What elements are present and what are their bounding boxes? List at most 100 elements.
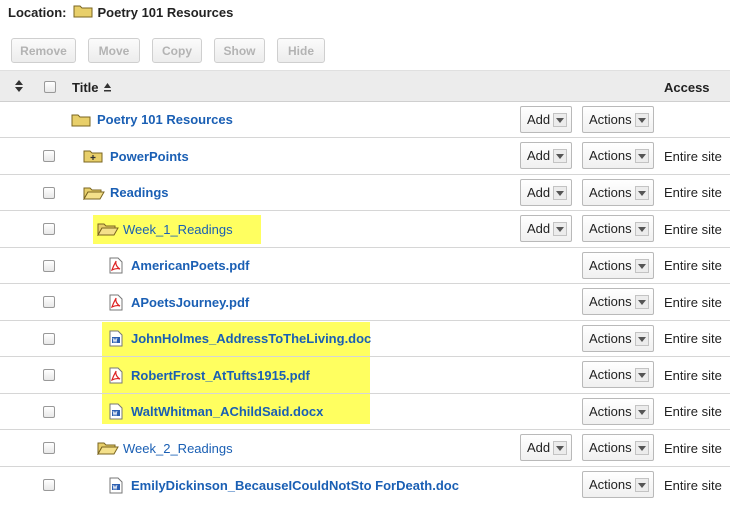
chevron-down-icon	[635, 259, 649, 273]
add-label: Add	[527, 148, 551, 163]
row-checkbox[interactable]	[43, 442, 55, 454]
actions-dropdown[interactable]: Actions	[582, 215, 654, 242]
chevron-down-icon	[635, 149, 649, 163]
table-row: EmilyDickinson_BecauseICouldNotSto ForDe…	[0, 467, 730, 504]
word-doc-icon	[109, 477, 123, 497]
toolbar: Remove Move Copy Show Hide	[11, 38, 325, 63]
add-dropdown[interactable]: Add	[520, 142, 572, 169]
chevron-down-icon	[635, 113, 649, 127]
select-all-checkbox[interactable]	[44, 81, 56, 93]
chevron-down-icon	[635, 368, 649, 382]
access-value: Entire site	[664, 185, 722, 200]
add-dropdown[interactable]: Add	[520, 215, 572, 242]
remove-button[interactable]: Remove	[11, 38, 76, 63]
row-checkbox[interactable]	[43, 150, 55, 162]
actions-label: Actions	[589, 367, 632, 382]
actions-dropdown[interactable]: Actions	[582, 471, 654, 498]
row-title-link[interactable]: Readings	[110, 185, 169, 200]
actions-dropdown[interactable]: Actions	[582, 142, 654, 169]
chevron-down-icon	[553, 113, 567, 127]
pdf-file-icon	[109, 294, 123, 314]
word-doc-icon	[109, 330, 123, 350]
add-label: Add	[527, 185, 551, 200]
table-row: Poetry 101 Resources Add Actions	[0, 102, 730, 138]
folder-open-icon[interactable]	[97, 221, 119, 239]
row-checkbox[interactable]	[43, 223, 55, 235]
access-value: Entire site	[664, 295, 722, 310]
actions-label: Actions	[589, 148, 632, 163]
row-title-link[interactable]: PowerPoints	[110, 149, 189, 164]
access-value: Entire site	[664, 331, 722, 346]
actions-label: Actions	[589, 294, 632, 309]
row-title-link[interactable]: Poetry 101 Resources	[97, 112, 233, 127]
row-checkbox[interactable]	[43, 406, 55, 418]
row-title-link[interactable]: EmilyDickinson_BecauseICouldNotSto ForDe…	[131, 478, 459, 493]
table-row: AmericanPoets.pdf Actions Entire site	[0, 248, 730, 284]
row-checkbox[interactable]	[43, 333, 55, 345]
row-title-link[interactable]: WaltWhitman_AChildSaid.docx	[131, 404, 323, 419]
actions-dropdown[interactable]: Actions	[582, 434, 654, 461]
access-value: Entire site	[664, 258, 722, 273]
add-label: Add	[527, 112, 551, 127]
chevron-down-icon	[635, 295, 649, 309]
table-row: Week_2_Readings Add Actions Entire site	[0, 430, 730, 467]
chevron-down-icon	[635, 332, 649, 346]
access-value: Entire site	[664, 368, 722, 383]
folder-open-icon[interactable]	[97, 440, 119, 458]
chevron-down-icon	[635, 222, 649, 236]
row-checkbox[interactable]	[43, 260, 55, 272]
row-checkbox[interactable]	[43, 369, 55, 381]
table-row: JohnHolmes_AddressToTheLiving.doc Action…	[0, 321, 730, 357]
row-title-link[interactable]: RobertFrost_AtTufts1915.pdf	[131, 368, 310, 383]
actions-dropdown[interactable]: Actions	[582, 179, 654, 206]
folder-open-icon[interactable]	[83, 185, 105, 203]
pdf-file-icon	[109, 367, 123, 387]
row-title-link[interactable]: JohnHolmes_AddressToTheLiving.doc	[131, 331, 371, 346]
add-label: Add	[527, 221, 551, 236]
add-dropdown[interactable]: Add	[520, 179, 572, 206]
actions-dropdown[interactable]: Actions	[582, 398, 654, 425]
add-label: Add	[527, 440, 551, 455]
row-title-link[interactable]: Week_1_Readings	[123, 222, 233, 237]
access-value: Entire site	[664, 404, 722, 419]
row-checkbox[interactable]	[43, 187, 55, 199]
folder-icon	[73, 3, 93, 21]
row-title-link[interactable]: AmericanPoets.pdf	[131, 258, 249, 273]
actions-label: Actions	[589, 331, 632, 346]
location-bar: Location: Poetry 101 Resources	[8, 4, 233, 20]
actions-dropdown[interactable]: Actions	[582, 106, 654, 133]
access-value: Entire site	[664, 478, 722, 493]
row-checkbox[interactable]	[43, 296, 55, 308]
row-checkbox[interactable]	[43, 479, 55, 491]
chevron-down-icon	[553, 149, 567, 163]
add-dropdown[interactable]: Add	[520, 106, 572, 133]
add-dropdown[interactable]: Add	[520, 434, 572, 461]
actions-label: Actions	[589, 477, 632, 492]
table-row: APoetsJourney.pdf Actions Entire site	[0, 284, 730, 321]
show-button[interactable]: Show	[214, 38, 265, 63]
chevron-down-icon	[553, 186, 567, 200]
actions-dropdown[interactable]: Actions	[582, 325, 654, 352]
word-doc-icon	[109, 403, 123, 423]
sort-ascending-icon	[103, 80, 112, 95]
actions-dropdown[interactable]: Actions	[582, 252, 654, 279]
table-row: RobertFrost_AtTufts1915.pdf Actions Enti…	[0, 357, 730, 394]
actions-label: Actions	[589, 221, 632, 236]
table-row: Week_1_Readings Add Actions Entire site	[0, 211, 730, 248]
actions-dropdown[interactable]: Actions	[582, 288, 654, 315]
chevron-down-icon	[635, 478, 649, 492]
row-title-link[interactable]: Week_2_Readings	[123, 441, 233, 456]
title-column-header[interactable]: Title	[72, 80, 112, 95]
move-button[interactable]: Move	[88, 38, 140, 63]
row-title-link[interactable]: APoetsJourney.pdf	[131, 295, 249, 310]
copy-button[interactable]: Copy	[152, 38, 202, 63]
hide-button[interactable]: Hide	[277, 38, 325, 63]
table-header: Title Access	[0, 70, 730, 102]
actions-dropdown[interactable]: Actions	[582, 361, 654, 388]
access-column-header: Access	[664, 80, 710, 95]
folder-icon	[71, 112, 91, 130]
sort-toggle-icon[interactable]	[14, 80, 24, 95]
folder-closed-icon[interactable]	[83, 148, 103, 166]
chevron-down-icon	[635, 186, 649, 200]
actions-label: Actions	[589, 112, 632, 127]
